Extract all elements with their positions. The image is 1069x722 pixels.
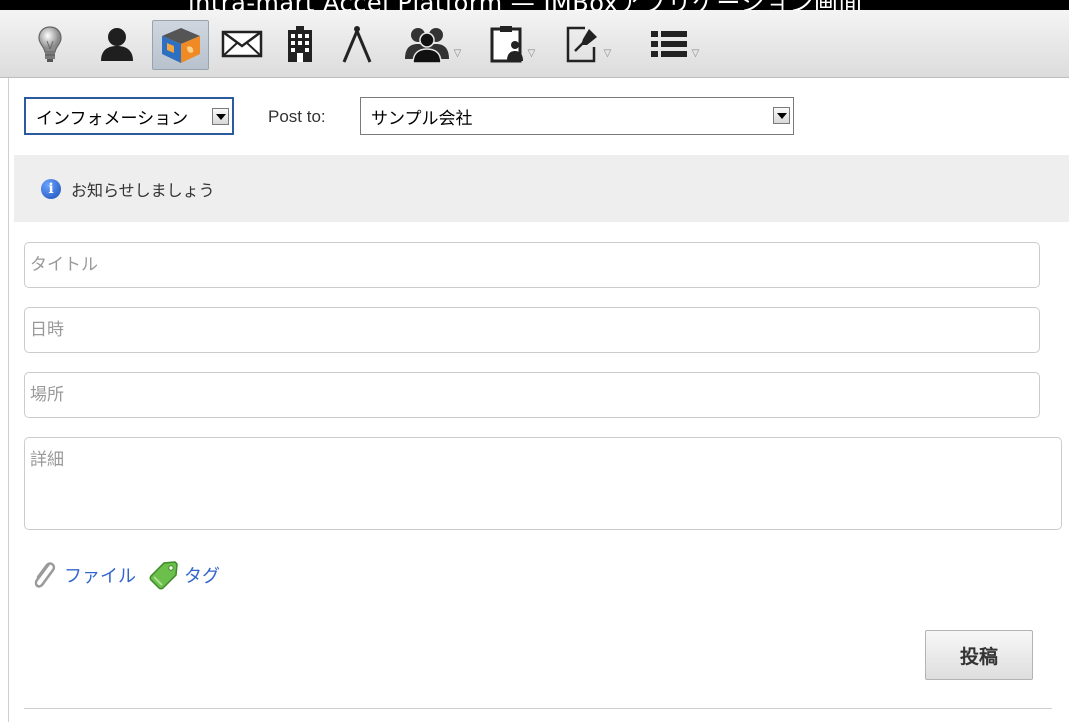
paperclip-icon[interactable] [30,558,58,592]
info-notice-text: お知らせしましょう [71,181,215,200]
place-input[interactable] [24,372,1040,418]
info-notice: i お知らせしましょう [14,155,1069,222]
toolbar-group-button[interactable]: ▽ [397,20,467,68]
post-to-select[interactable]: サンプル会社 [360,97,794,135]
info-icon: i [41,179,61,199]
toolbar-lightbulb-button[interactable] [30,20,70,68]
compass-icon [342,26,372,63]
document-dropdown-caret: ▽ [603,47,612,59]
toolbar-document-button[interactable]: ▽ [557,20,619,68]
user-icon [101,28,133,61]
tag-link[interactable]: タグ [184,562,220,588]
toolbar-clipboard-button[interactable]: ▽ [482,20,542,68]
toolbar-user-button[interactable] [92,20,142,68]
window-title-bar: intra-mart Accel Platform — IMBoxアプリケーショ… [0,0,1069,10]
detail-textarea[interactable] [24,437,1062,530]
document-pin-icon [566,26,597,63]
toolbar-mail-button[interactable] [217,20,267,68]
group-icon [404,28,449,63]
submit-post-button[interactable]: 投稿 [925,630,1033,680]
post-type-select[interactable]: インフォメーション [24,97,234,135]
post-to-label: Post to: [268,107,326,126]
bottom-divider [24,708,1052,709]
title-input[interactable] [24,242,1040,288]
company-cube-icon [161,28,200,63]
toolbar-company-button[interactable] [152,20,209,70]
post-type-dropdown-arrow-icon[interactable] [212,108,229,125]
file-link[interactable]: ファイル [64,562,136,588]
toolbar-list-button[interactable]: ▽ [643,20,705,68]
clipboard-dropdown-caret: ▽ [527,47,536,59]
datetime-input[interactable] [24,307,1040,353]
post-to-dropdown-arrow-icon[interactable] [773,107,790,124]
post-type-value: インフォメーション [36,108,189,129]
clipboard-user-icon [490,26,523,63]
list-icon [650,31,687,57]
list-dropdown-caret: ▽ [691,47,700,59]
post-to-value: サンプル会社 [371,108,473,129]
toolbar-building-button[interactable] [280,20,320,68]
lightbulb-icon [38,26,62,62]
mail-icon [221,30,263,58]
tag-icon[interactable] [148,559,180,591]
building-icon [288,26,312,62]
toolbar-compass-button[interactable] [337,20,377,68]
attachment-links: ファイル タグ [30,558,220,592]
window-title: intra-mart Accel Platform — IMBoxアプリケーショ… [188,0,863,10]
app-toolbar: ▽ ▽ ▽ ▽ [0,10,1069,78]
group-dropdown-caret: ▽ [453,47,462,59]
panel-left-border [8,78,9,722]
